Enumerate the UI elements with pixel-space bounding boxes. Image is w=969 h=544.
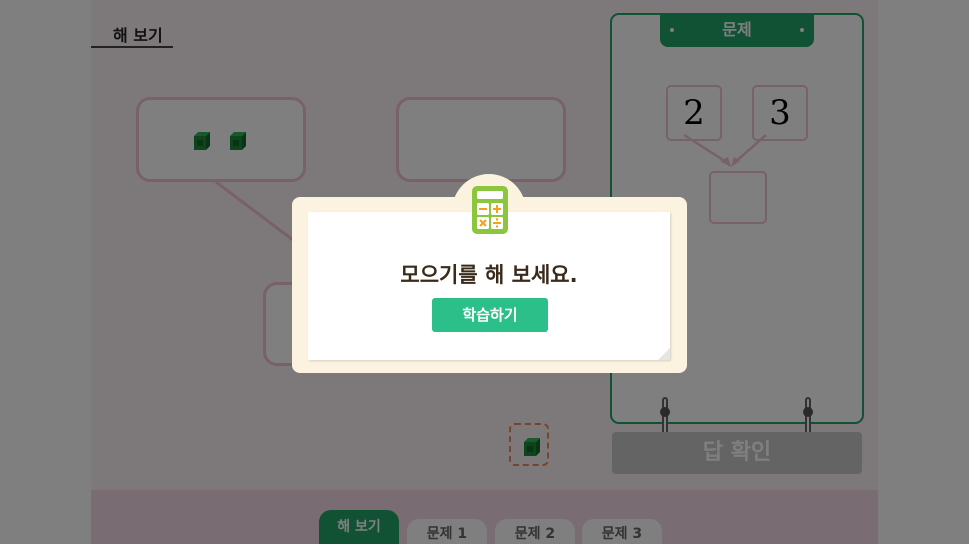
- modal-message: 모으기를 해 보세요.: [400, 263, 578, 287]
- calculator-icon: [472, 186, 508, 234]
- paper-fold-corner: [658, 348, 670, 360]
- guide-modal: 모으기를 해 보세요. 학습하기: [292, 174, 687, 373]
- start-learning-button[interactable]: 학습하기: [432, 298, 548, 332]
